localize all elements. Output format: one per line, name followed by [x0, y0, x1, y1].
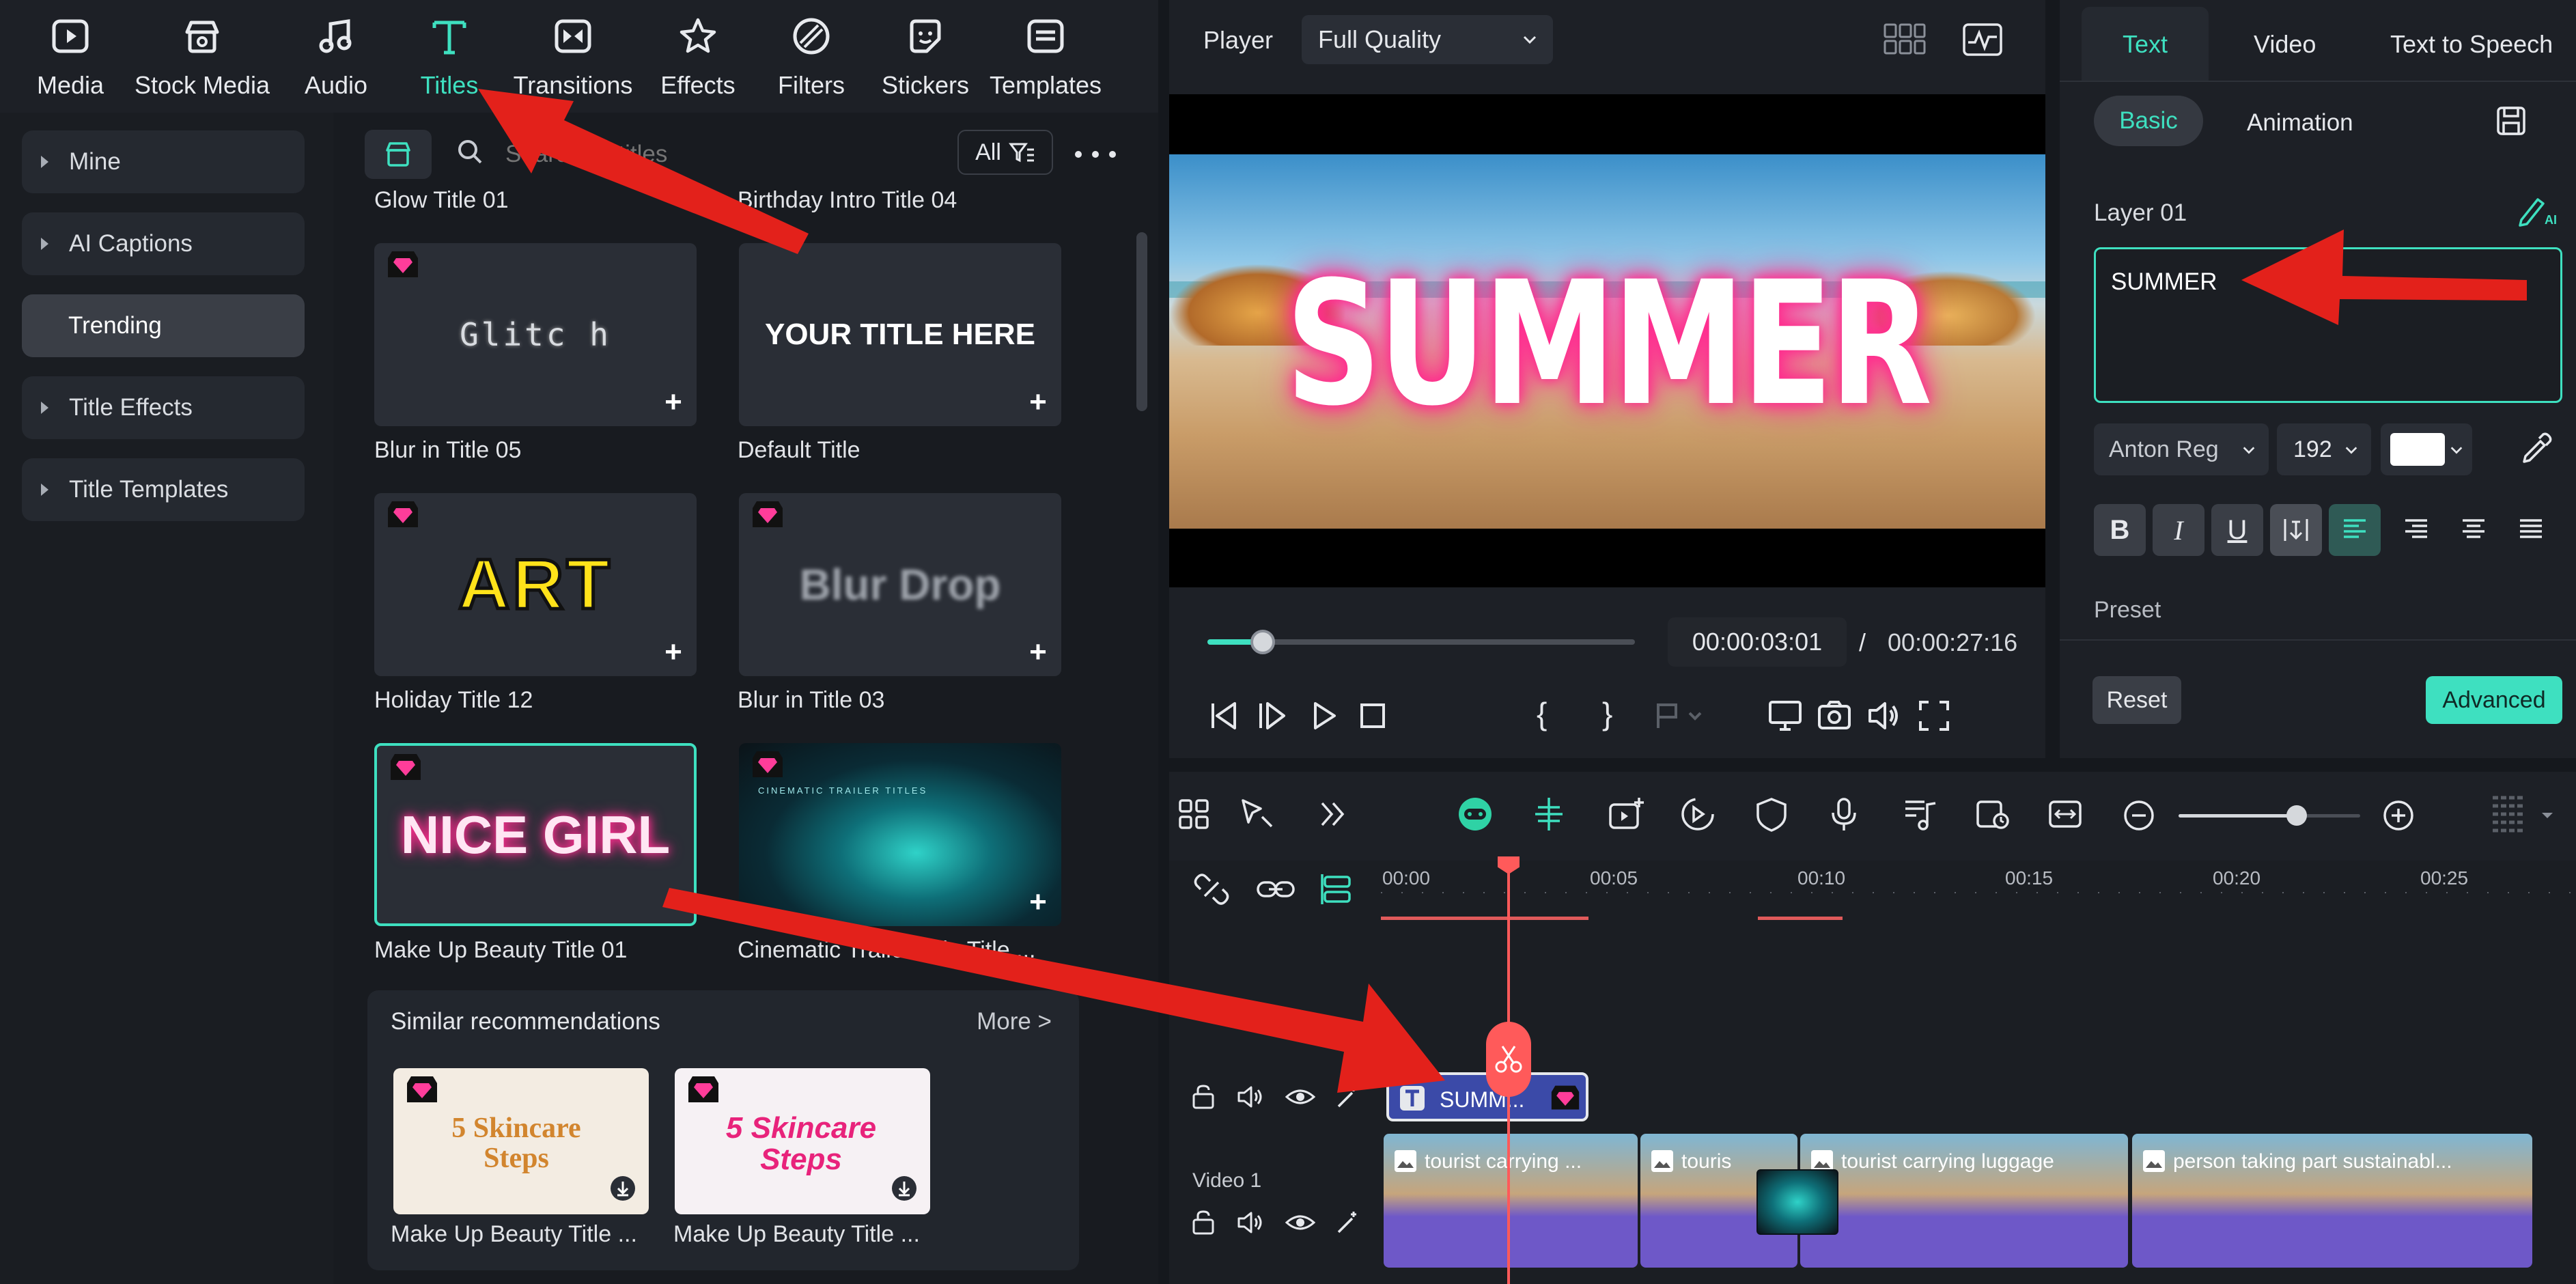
arrow-to-titles-tab — [478, 89, 809, 254]
arrow-to-title-clip — [662, 888, 1445, 1093]
arrow-to-text-field — [2241, 229, 2527, 325]
annotation-arrows — [478, 89, 2527, 1093]
